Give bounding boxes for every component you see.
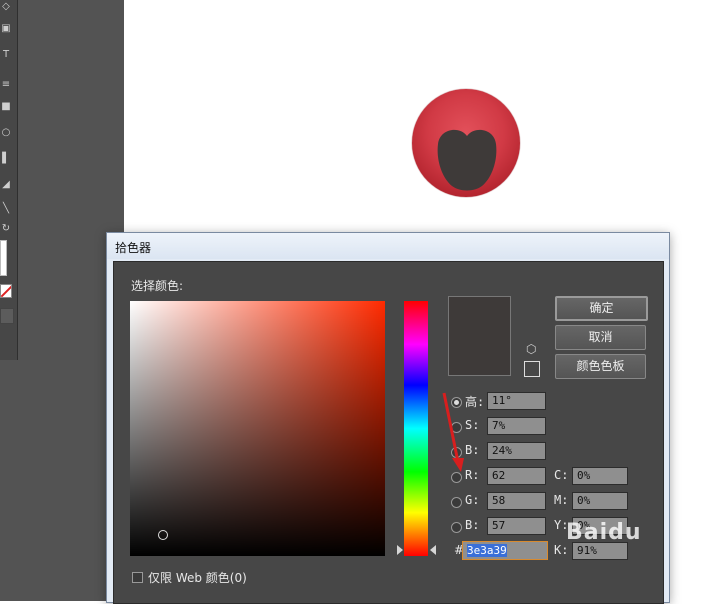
radio-brightness[interactable] [451,447,462,458]
hue-slider-left-handle-icon[interactable] [397,545,403,555]
red-label: R: [465,468,480,482]
blue-label: B: [465,518,480,532]
paintbrush-tool-icon[interactable]: ▌ [0,152,12,166]
screen-mode-button[interactable] [0,308,14,324]
hue-label: 高: [465,395,485,409]
hue-input[interactable]: 11° [487,392,546,410]
radio-blue[interactable] [451,522,462,533]
cyan-input[interactable]: 0% [572,467,628,485]
red-input[interactable]: 62 [487,467,546,485]
blue-input[interactable]: 57 [487,517,546,535]
magenta-input[interactable]: 0% [572,492,628,510]
radio-red[interactable] [451,472,462,483]
cancel-button[interactable]: 取消 [555,325,646,350]
color-field-marker[interactable] [158,530,168,540]
pencil-tool-icon[interactable]: ◢ [0,178,12,192]
stroke-none-swatch[interactable] [0,284,12,298]
tools-panel: ◇ ▣ T ≡ ■ ○ ▌ ◢ ╲ ↻ [0,0,18,360]
select-color-label: 选择颜色: [131,279,184,293]
dialog-title: 拾色器 [115,241,152,255]
hue-slider[interactable] [404,301,428,556]
pen-tool-icon[interactable]: ◇ [0,0,12,14]
radio-green[interactable] [451,497,462,508]
cube-warning-icon[interactable]: ⬡ [526,342,536,356]
web-only-checkbox[interactable] [132,572,143,583]
fill-swatch[interactable] [0,240,7,276]
heart-shape-icon [437,129,497,191]
artboard-tool-icon[interactable]: ▣ [0,22,12,36]
ok-button[interactable]: 确定 [555,296,648,321]
brightness-input[interactable]: 24% [487,442,546,460]
brightness-label: B: [465,443,480,457]
black-label: K: [554,543,569,557]
watermark-logo: Baidu [566,520,642,545]
rotate-tool-icon[interactable]: ↻ [0,222,12,236]
saturation-input[interactable]: 7% [487,417,546,435]
rectangle-tool-icon[interactable]: ■ [0,100,12,114]
dialog-body: 选择颜色: ⬡ 确定 取消 颜色色板 高: 11° S: 7% B: 24% R… [113,261,664,604]
color-field[interactable] [130,301,385,556]
cyan-label: C: [554,468,569,482]
type-tool-icon[interactable]: T [0,48,12,62]
eraser-tool-icon[interactable]: ╲ [0,202,12,216]
line-tool-icon[interactable]: ≡ [0,78,12,92]
color-picker-dialog: 拾色器 选择颜色: ⬡ 确定 取消 颜色色板 高: 11° S: 7% B: 2… [106,232,670,604]
green-input[interactable]: 58 [487,492,546,510]
green-label: G: [465,493,480,507]
color-swatches-button[interactable]: 颜色色板 [555,354,646,379]
web-safe-color-swatch[interactable] [524,361,540,377]
radio-saturation[interactable] [451,422,462,433]
radio-hue[interactable] [451,397,462,408]
dialog-titlebar[interactable]: 拾色器 [107,233,669,259]
ellipse-tool-icon[interactable]: ○ [0,126,12,140]
hue-slider-right-handle-icon[interactable] [430,545,436,555]
web-only-label: 仅限 Web 颜色(0) [148,571,247,585]
new-color-preview [448,296,511,376]
hex-input[interactable]: 3e3a39 [462,541,548,560]
magenta-label: M: [554,493,569,507]
saturation-label: S: [465,418,480,432]
hex-input-value: 3e3a39 [467,544,507,557]
